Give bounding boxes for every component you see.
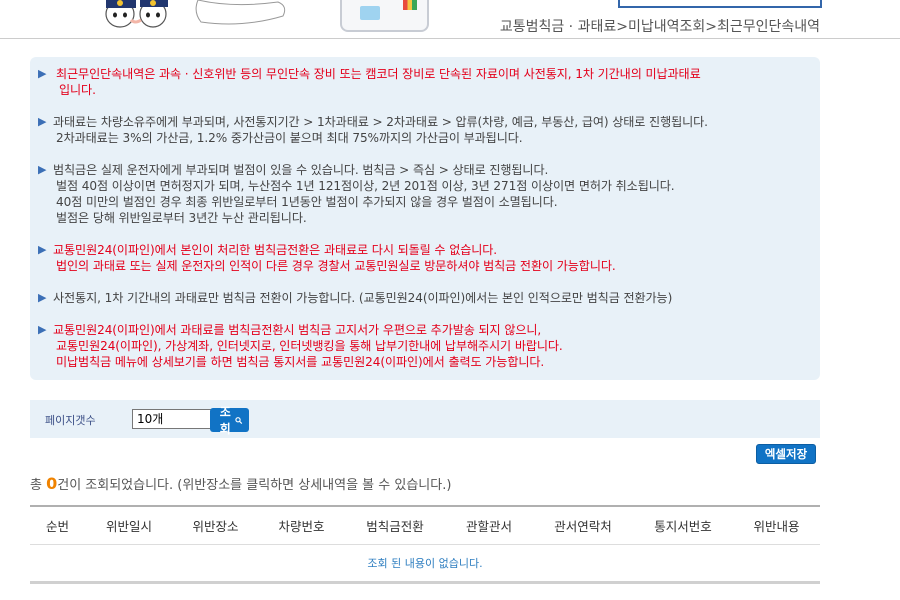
search-button[interactable]: 조회 [210, 405, 249, 436]
summary-prefix: 총 [30, 478, 47, 493]
notice-line: 벌점은 당해 위반일로부터 3년간 누산 관리됩니다. [56, 211, 307, 225]
notice-line: 미납범칙금 메뉴에 상세보기를 하면 범칙금 통지서를 교통민원24(이파인)에… [56, 355, 545, 369]
result-summary: 총 0건이 조회되었습니다. (위반장소를 클릭하면 상세내역을 볼 수 있습니… [30, 474, 451, 493]
result-count: 0 [46, 474, 58, 493]
notice-line: 범칙금은 실제 운전자에게 부과되며 벌점이 있을 수 있습니다. 범칙금 > … [53, 163, 549, 177]
col-header-no: 순번 [45, 519, 69, 534]
search-button-label: 조회 [219, 405, 231, 436]
col-header-location: 위반장소 [192, 519, 239, 534]
col-header-contact: 관서연락처 [554, 519, 612, 534]
notice-line: 교통민원24(이파인)에서 본인이 처리한 범칙금전환은 과태료로 다시 되돌릴… [53, 243, 498, 257]
color-flag-icon [403, 0, 417, 10]
notice-line: 교통민원24(이파인)에서 과태료를 범칙금전환시 범칙금 고지서가 우편으로 … [53, 323, 542, 337]
breadcrumb: 교통범칙금 · 과태료>미납내역조회>최근무인단속내역 [499, 19, 820, 35]
bullet-arrow-icon: ▶ [38, 323, 47, 336]
bullet-arrow-icon: ▶ [38, 163, 47, 176]
summary-suffix: 건이 조회되었습니다. (위반장소를 클릭하면 상세내역을 볼 수 있습니다.) [57, 478, 452, 493]
notice-line: 2차과태료는 3%의 가산금, 1.2% 중가산금이 붙으며 최대 75%까지의… [56, 131, 523, 145]
magnifier-icon [235, 416, 243, 424]
car-icon [360, 6, 380, 20]
empty-message: 조회 된 내용이 없습니다. [30, 545, 820, 584]
col-header-office: 관할관서 [465, 519, 512, 534]
bullet-arrow-icon: ▶ [38, 291, 47, 304]
notice-box: ▶ 최근무인단속내역은 과속 · 신호위반 등의 무인단속 장비 또는 캠코더 … [30, 57, 820, 380]
bullet-arrow-icon: ▶ [38, 67, 47, 80]
notice-line: 40점 미만의 벌점인 경우 최종 위반일로부터 1년동안 벌점이 추가되지 않… [56, 195, 558, 209]
notice-line: 과태료는 차량소유주에게 부과되며, 사전통지기간 > 1차과태료 > 2차과태… [53, 115, 708, 129]
col-header-notice-no: 통지서번호 [654, 519, 712, 534]
notice-line: 사전통지, 1차 기간내의 과태료만 범칙금 전환이 가능합니다. (교통민원2… [53, 291, 673, 305]
bullet-arrow-icon: ▶ [38, 115, 47, 128]
col-header-conversion: 범칙금전환 [366, 519, 424, 534]
table-header-row: 순번 위반일시 위반장소 차량번호 범칙금전환 관할관서 관서연락처 통지서번호… [30, 505, 820, 545]
notice-line: 입니다. [59, 83, 96, 97]
police-mascot-banner [105, 0, 286, 28]
excel-save-button[interactable]: 엑셀저장 [756, 444, 816, 464]
phone-illustration [340, 0, 429, 32]
col-header-date: 위반일시 [105, 519, 152, 534]
result-table: 순번 위반일시 위반장소 차량번호 범칙금전환 관할관서 관서연락처 통지서번호… [30, 505, 820, 584]
bullet-arrow-icon: ▶ [38, 243, 47, 256]
page-header: 교통범칙금 · 과태료>미납내역조회>최근무인단속내역 [0, 0, 900, 39]
notice-line: 교통민원24(이파인), 가상계좌, 인터넷지로, 인터넷뱅킹을 통해 납부기한… [56, 339, 563, 353]
top-search-box[interactable] [618, 0, 822, 8]
notice-line: 벌점 40점 이상이면 면허정지가 되며, 누산점수 1년 121점이상, 2년… [56, 179, 675, 193]
notice-line: 법인의 과태료 또는 실제 운전자의 인적이 다른 경우 경찰서 교통민원실로 … [56, 259, 616, 273]
search-bar: 페이지갯수 10개 [30, 400, 820, 438]
col-header-violation: 위반내용 [753, 519, 800, 534]
col-header-plate: 차량번호 [278, 519, 325, 534]
notice-line: 최근무인단속내역은 과속 · 신호위반 등의 무인단속 장비 또는 캠코더 장비… [56, 67, 701, 81]
page-count-label: 페이지갯수 [45, 414, 96, 427]
